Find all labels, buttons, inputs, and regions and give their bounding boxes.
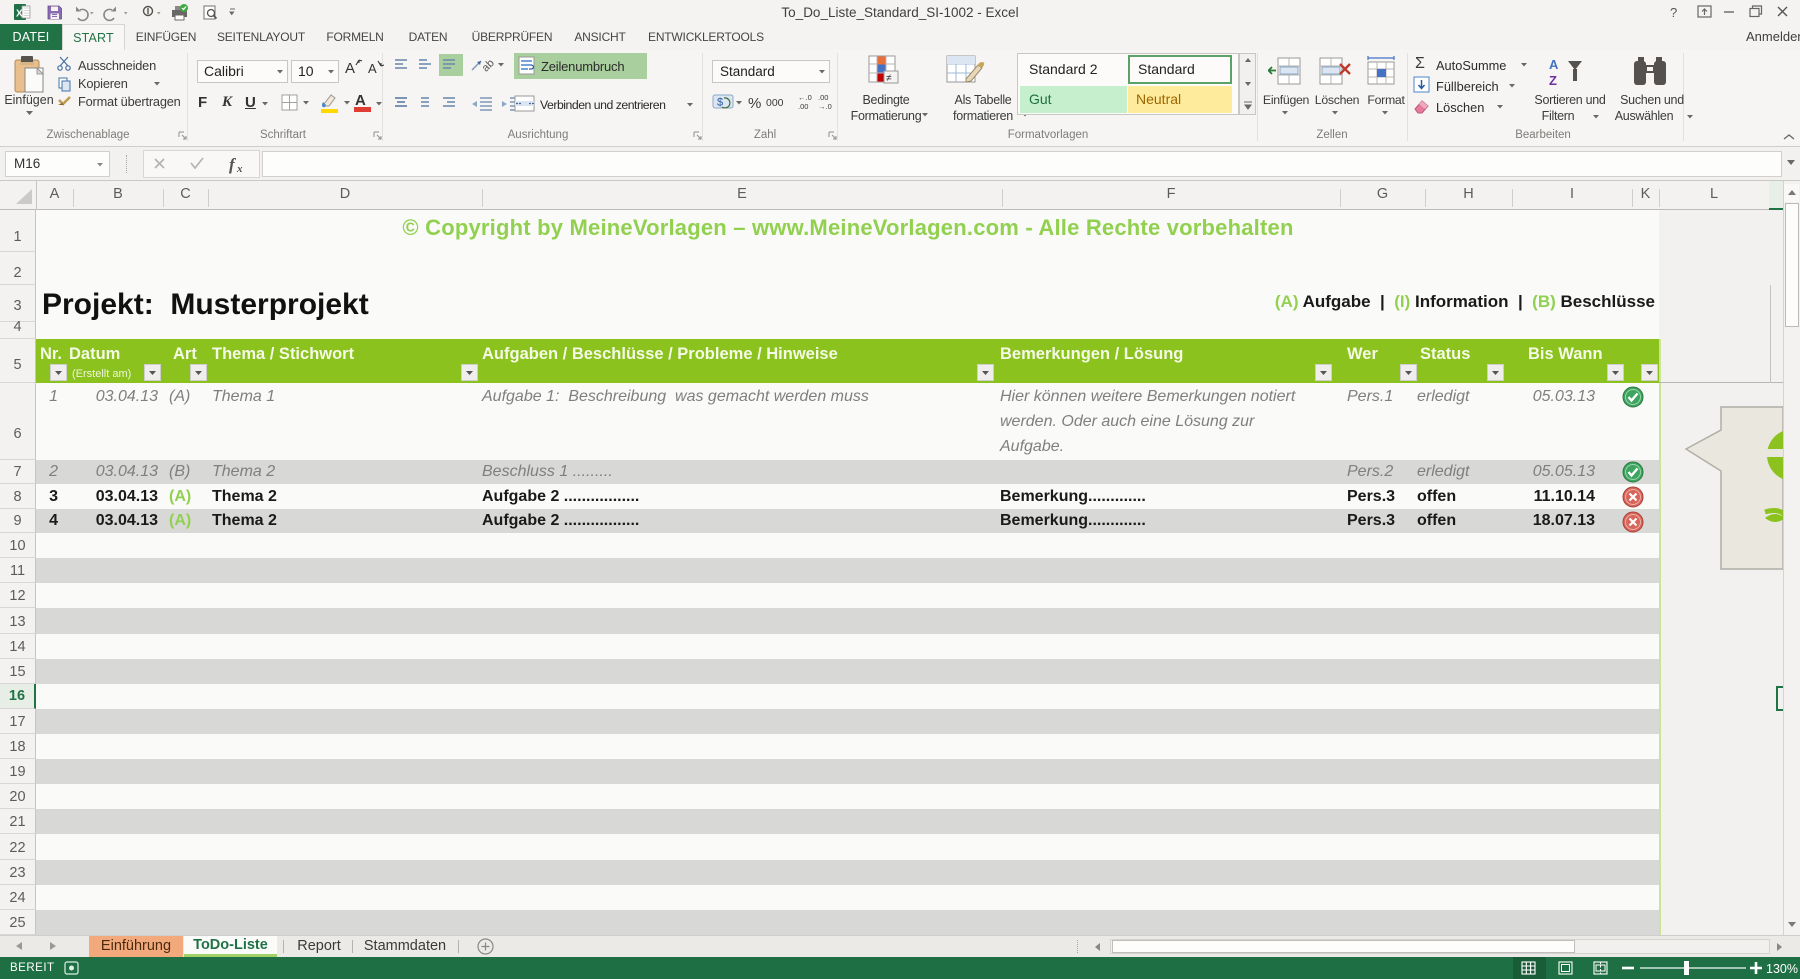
svg-text:.00: .00: [798, 102, 808, 111]
svg-text:.00: .00: [818, 93, 828, 102]
svg-text:≠: ≠: [886, 73, 892, 84]
svg-text:?: ?: [1670, 5, 1677, 20]
svg-text:%: %: [748, 95, 761, 112]
svg-text:Z: Z: [1549, 73, 1557, 88]
svg-text:A: A: [1549, 57, 1559, 72]
svg-text:000: 000: [766, 97, 784, 109]
svg-text:←.0: ←.0: [798, 93, 812, 102]
svg-text:f: f: [229, 155, 237, 174]
svg-text:ab: ab: [480, 57, 497, 74]
svg-text:X: X: [16, 9, 23, 20]
svg-text:→.0: →.0: [818, 102, 832, 111]
svg-text:$: $: [717, 97, 723, 109]
svg-text:x: x: [236, 163, 243, 175]
